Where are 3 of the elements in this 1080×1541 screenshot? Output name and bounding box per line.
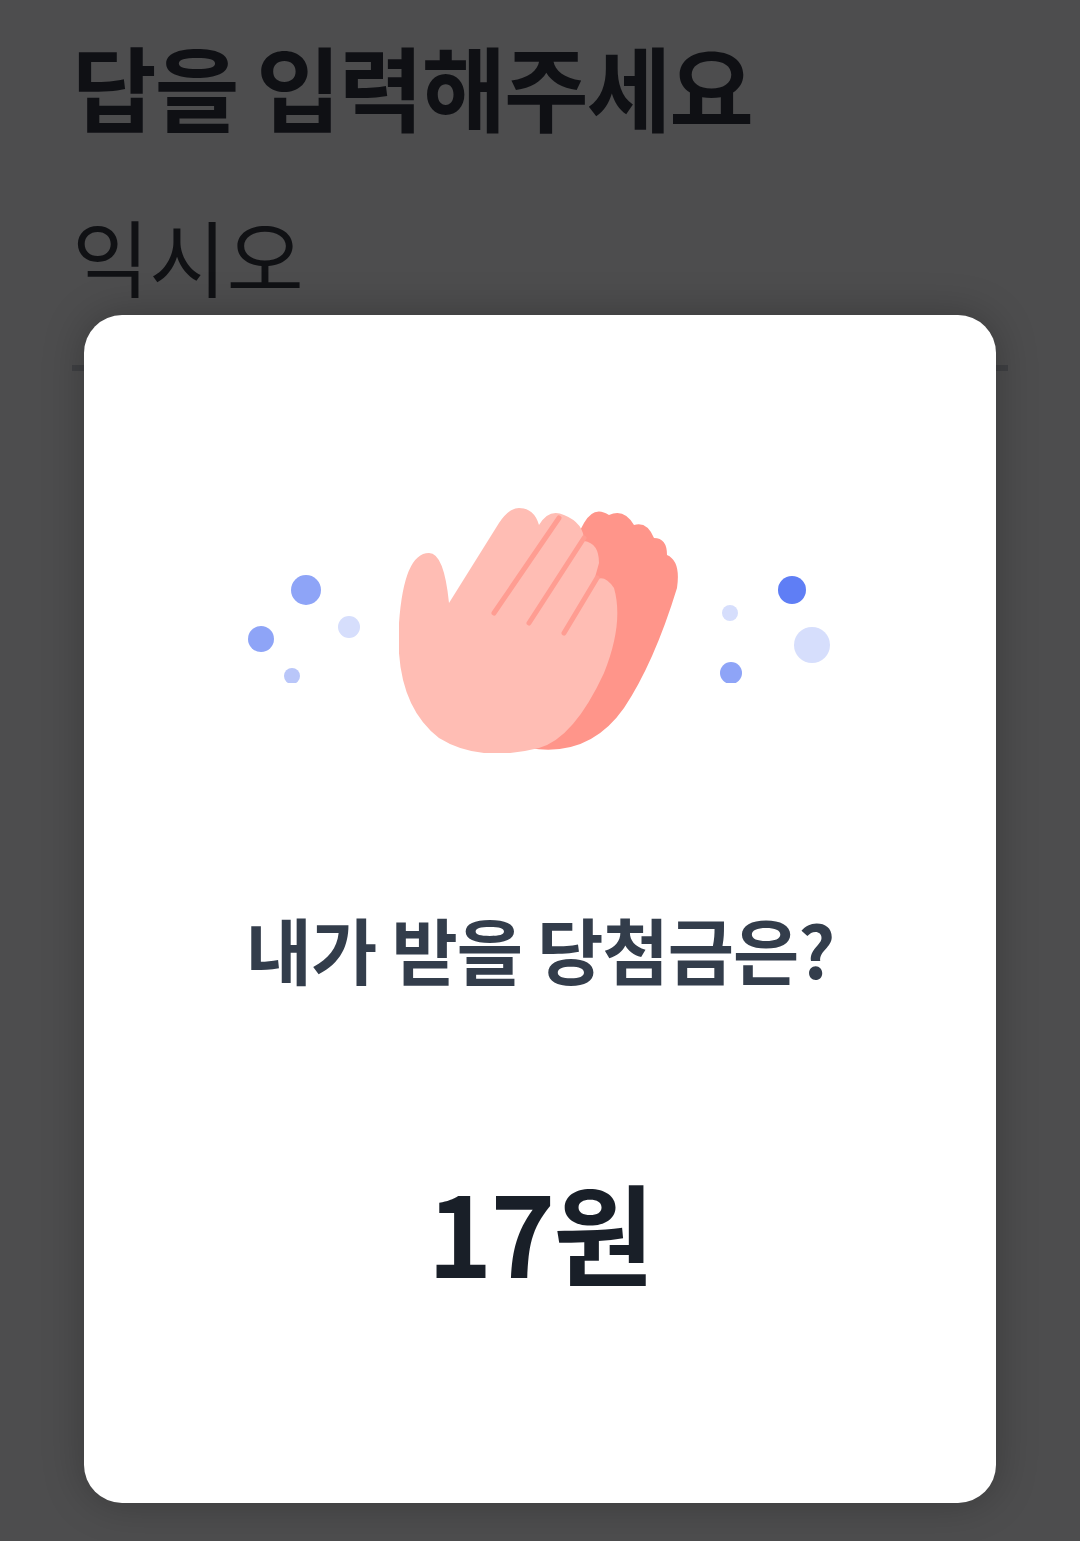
prize-question: 내가 받을 당첨금은? <box>245 895 835 1000</box>
page-title: 답을 입력해주세요 <box>72 20 753 150</box>
prize-amount: 17원 <box>427 1150 653 1310</box>
